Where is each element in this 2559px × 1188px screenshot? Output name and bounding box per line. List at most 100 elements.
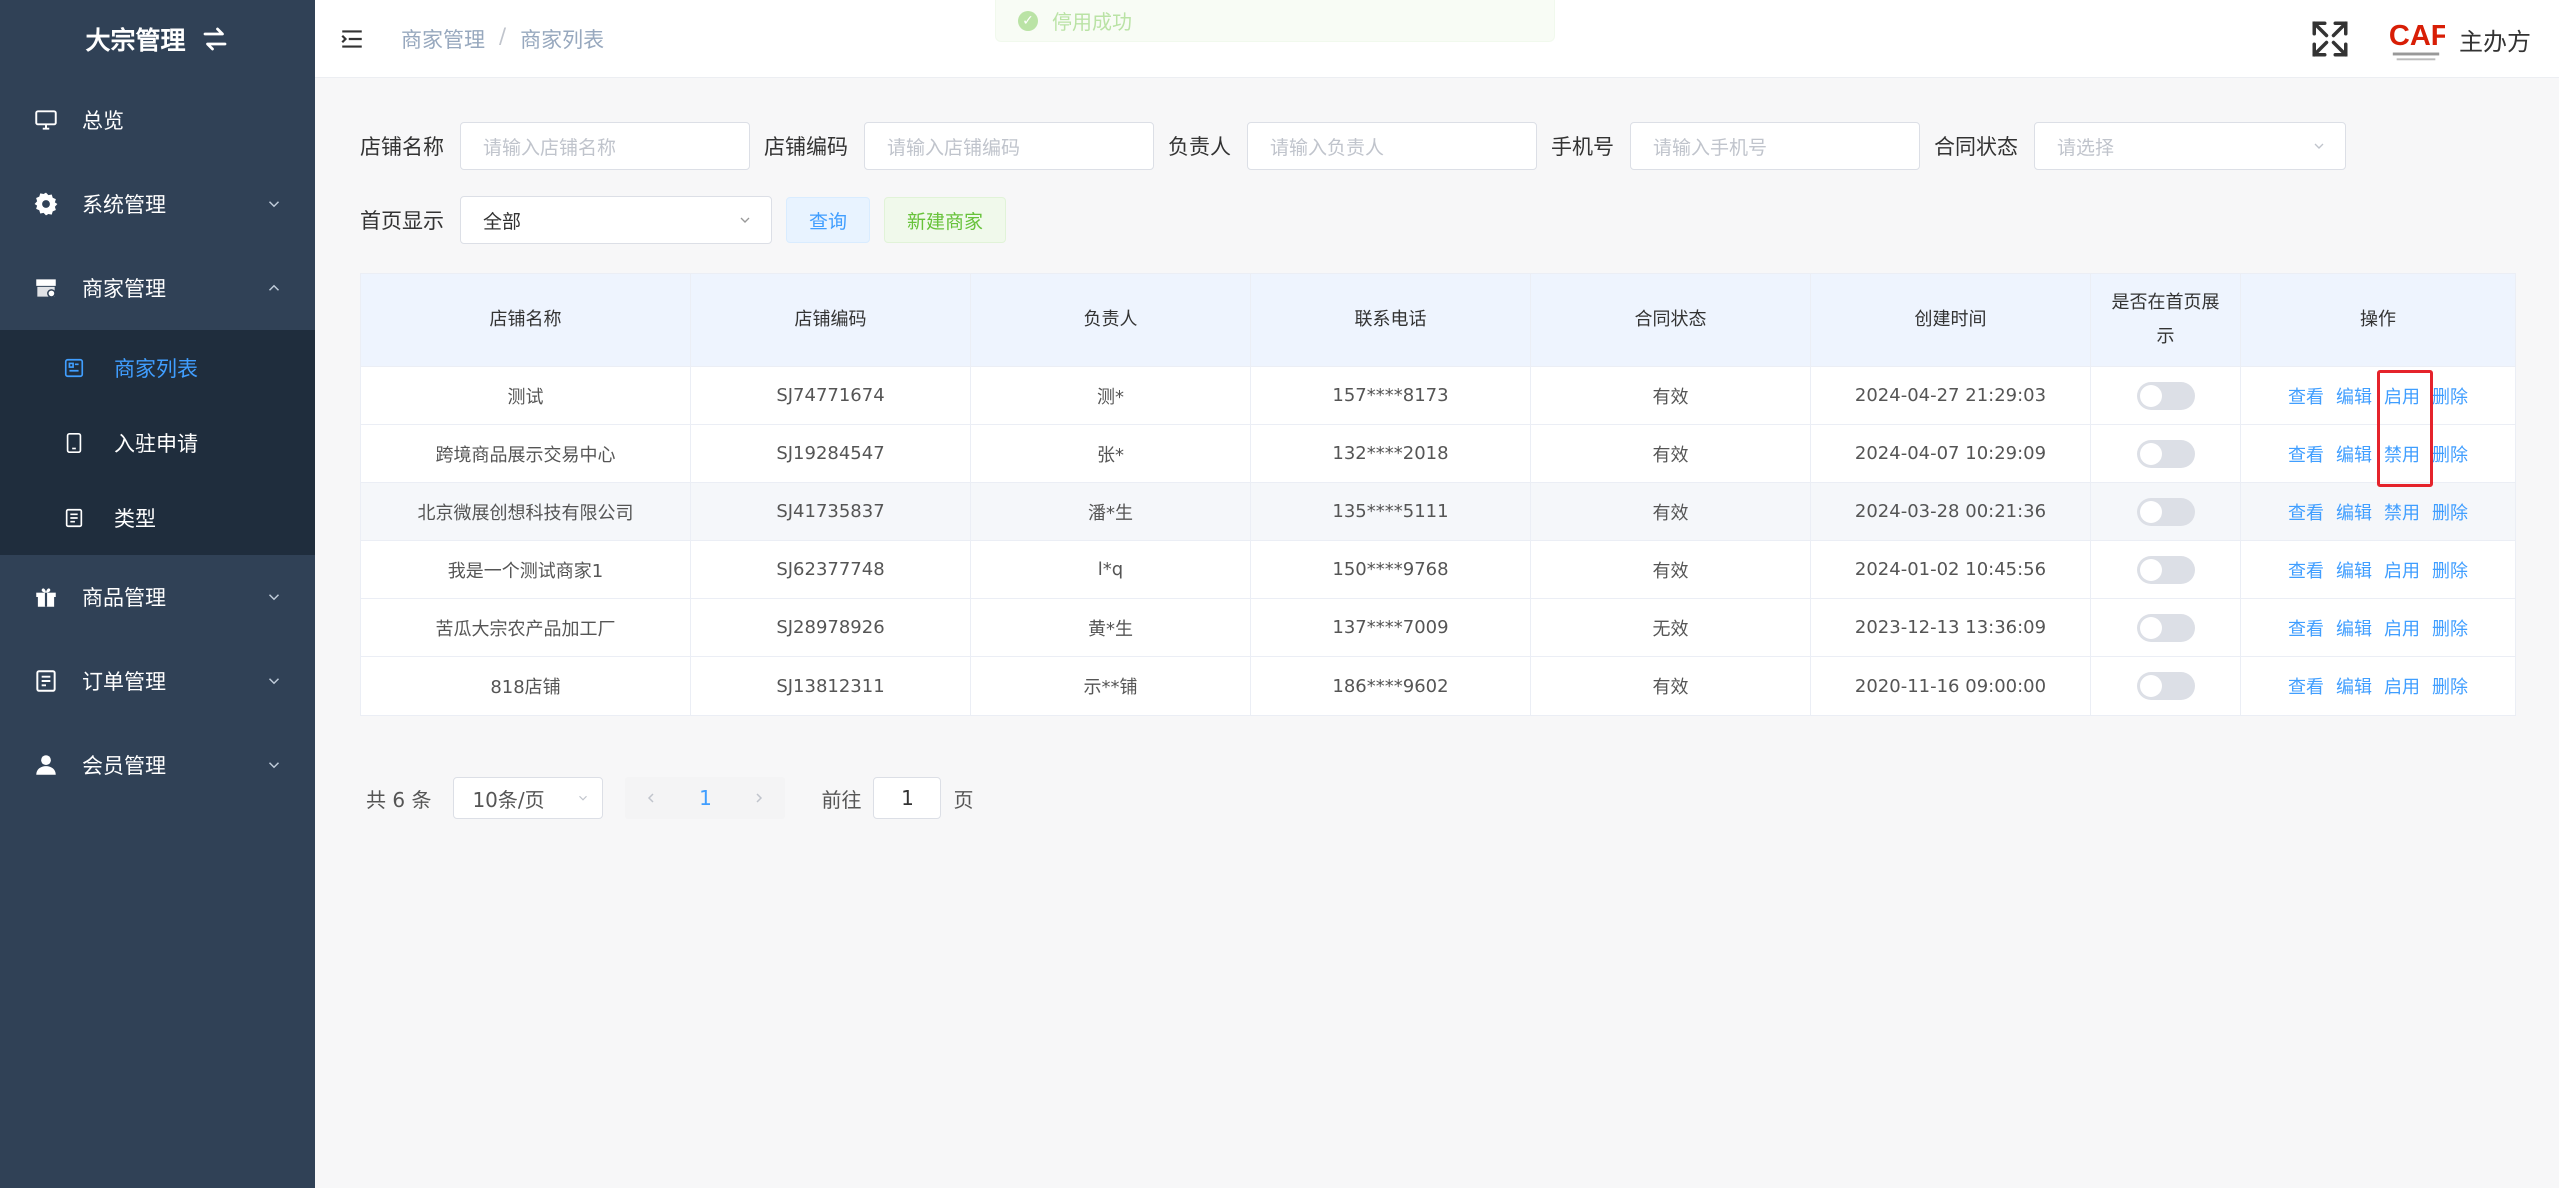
homepage-switch[interactable]	[2136, 555, 2195, 584]
cell-actions: 查看 编辑 禁用 删除	[2241, 483, 2515, 540]
homepage-switch[interactable]	[2136, 439, 2195, 468]
owner-input[interactable]: 请输入负责人	[1247, 122, 1537, 170]
filter-label: 合同状态	[1934, 135, 2018, 159]
homepage-switch[interactable]	[2136, 381, 2195, 410]
delete-link[interactable]: 删除	[2432, 557, 2468, 583]
view-link[interactable]: 查看	[2288, 557, 2324, 583]
store-name-input[interactable]: 请输入店铺名称	[460, 122, 750, 170]
cell-store-name: 测试	[361, 367, 691, 424]
cell-store-code: SJ28978926	[691, 599, 971, 656]
cell-store-code: SJ74771674	[691, 367, 971, 424]
filter-label: 店铺名称	[360, 135, 444, 159]
page-number[interactable]: 1	[677, 777, 733, 819]
query-button[interactable]: 查询	[786, 197, 871, 243]
homepage-switch[interactable]	[2136, 672, 2195, 700]
sidebar-item-label: 系统管理	[82, 193, 166, 217]
cell-owner: 黄*生	[971, 599, 1251, 656]
edit-link[interactable]: 编辑	[2336, 557, 2372, 583]
sidebar-item-label: 订单管理	[82, 670, 166, 694]
chevron-down-icon	[268, 201, 280, 208]
sidebar: 大宗管理 总览 系统管理 商家管理 商家列表 入驻申请 类型 商品管理 订单管理…	[0, 0, 315, 1188]
sidebar-item-merchant-list[interactable]: 商家列表	[0, 330, 315, 405]
cell-created-time: 2023-12-13 13:36:09	[1811, 599, 2091, 656]
cell-phone: 186****9602	[1251, 657, 1531, 715]
view-link[interactable]: 查看	[2288, 441, 2324, 467]
view-link[interactable]: 查看	[2288, 499, 2324, 525]
cell-contract-status: 有效	[1531, 367, 1811, 424]
column-header: 创建时间	[1811, 274, 2091, 366]
cell-actions: 查看 编辑 启用 删除	[2241, 657, 2515, 715]
menu-fold-icon[interactable]	[339, 26, 365, 52]
breadcrumb-separator: /	[499, 23, 507, 48]
sidebar-item-join-request[interactable]: 入驻申请	[0, 405, 315, 480]
edit-link[interactable]: 编辑	[2336, 499, 2372, 525]
toggle-status-link[interactable]: 启用	[2384, 615, 2420, 641]
edit-link[interactable]: 编辑	[2336, 673, 2372, 699]
page-size-select[interactable]: 10条/页	[453, 777, 604, 819]
sidebar-item-order[interactable]: 订单管理	[0, 639, 315, 723]
edit-link[interactable]: 编辑	[2336, 383, 2372, 409]
delete-link[interactable]: 删除	[2432, 499, 2468, 525]
cell-actions: 查看 编辑 启用 删除	[2241, 599, 2515, 656]
view-link[interactable]: 查看	[2288, 615, 2324, 641]
sidebar-item-member[interactable]: 会员管理	[0, 723, 315, 807]
order-icon	[32, 667, 60, 695]
cell-homepage-toggle	[2091, 367, 2241, 424]
sidebar-item-label: 类型	[114, 506, 156, 531]
cell-contract-status: 无效	[1531, 599, 1811, 656]
sidebar-item-overview[interactable]: 总览	[0, 78, 315, 162]
phone-input[interactable]: 请输入手机号	[1630, 122, 1920, 170]
sidebar-item-label: 入驻申请	[114, 431, 198, 456]
sidebar-item-system[interactable]: 系统管理	[0, 162, 315, 246]
edit-link[interactable]: 编辑	[2336, 441, 2372, 467]
store-code-input[interactable]: 请输入店铺编码	[864, 122, 1154, 170]
user-menu[interactable]: CAF 主办方	[2387, 10, 2531, 68]
document-icon	[62, 506, 86, 530]
new-merchant-button[interactable]: 新建商家	[884, 197, 1007, 243]
toggle-status-link[interactable]: 启用	[2384, 673, 2420, 699]
goto-label: 前往	[821, 787, 862, 812]
contract-status-select[interactable]: 请选择	[2034, 122, 2346, 170]
breadcrumb-item[interactable]: 商家管理	[401, 24, 485, 54]
delete-link[interactable]: 删除	[2432, 673, 2468, 699]
next-page-button[interactable]	[733, 777, 785, 819]
edit-link[interactable]: 编辑	[2336, 615, 2372, 641]
view-link[interactable]: 查看	[2288, 383, 2324, 409]
column-header: 店铺编码	[691, 274, 971, 366]
homepage-switch[interactable]	[2136, 613, 2195, 642]
delete-link[interactable]: 删除	[2432, 383, 2468, 409]
delete-link[interactable]: 删除	[2432, 441, 2468, 467]
brand: 大宗管理	[0, 0, 315, 78]
column-header: 店铺名称	[361, 274, 691, 366]
fullscreen-icon[interactable]	[2309, 18, 2351, 60]
toggle-status-link[interactable]: 禁用	[2384, 499, 2420, 525]
filter-label: 负责人	[1168, 135, 1231, 159]
prev-page-button[interactable]	[625, 777, 677, 819]
cell-owner: 张*	[971, 425, 1251, 482]
check-circle-icon: ✓	[1018, 10, 1038, 31]
select-placeholder: 请选择	[2057, 136, 2115, 159]
chevron-down-icon	[2314, 143, 2324, 149]
sidebar-item-merchant[interactable]: 商家管理	[0, 246, 315, 330]
sidebar-item-product[interactable]: 商品管理	[0, 555, 315, 639]
success-toast: ✓ 停用成功	[995, 0, 1555, 42]
toggle-status-link[interactable]: 启用	[2384, 557, 2420, 583]
column-header: 合同状态	[1531, 274, 1811, 366]
sidebar-item-label: 商家列表	[114, 356, 198, 381]
cell-homepage-toggle	[2091, 599, 2241, 656]
switch-arrows-icon[interactable]	[200, 24, 230, 54]
caf-logo: CAF	[2389, 20, 2445, 61]
cell-store-name: 苦瓜大宗农产品加工厂	[361, 599, 691, 656]
cell-owner: l*q	[971, 541, 1251, 598]
sidebar-item-type[interactable]: 类型	[0, 480, 315, 555]
total-count: 共 6 条	[366, 787, 432, 812]
toast-message: 停用成功	[1052, 10, 1132, 34]
homepage-display-select[interactable]: 全部	[460, 196, 772, 244]
chevron-down-icon	[740, 217, 750, 223]
page-buttons: 1	[625, 777, 786, 819]
homepage-switch[interactable]	[2136, 497, 2195, 526]
goto-page-input[interactable]: 1	[873, 777, 942, 819]
view-link[interactable]: 查看	[2288, 673, 2324, 699]
delete-link[interactable]: 删除	[2432, 615, 2468, 641]
cell-created-time: 2024-01-02 10:45:56	[1811, 541, 2091, 598]
